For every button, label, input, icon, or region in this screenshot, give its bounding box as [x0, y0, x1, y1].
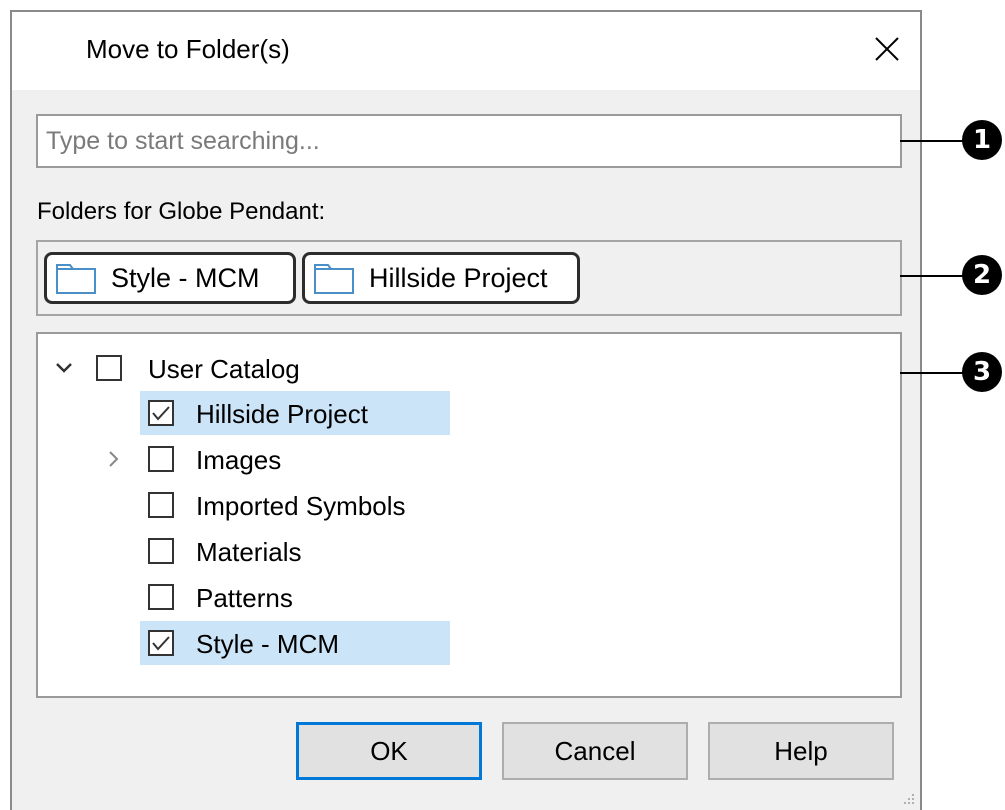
title-bar: Move to Folder(s): [12, 12, 920, 90]
help-button[interactable]: Help: [708, 722, 894, 780]
selected-folders-box: Style - MCM Hillside Project: [36, 240, 902, 316]
chip-label: Hillside Project: [369, 262, 548, 293]
chevron-right-icon: [109, 451, 119, 467]
checkmark-icon: [152, 406, 170, 421]
checkbox-patterns[interactable]: [148, 584, 174, 610]
tree-row-label: Imported Symbols: [196, 491, 406, 521]
tree-row-label: User Catalog: [148, 354, 300, 384]
cancel-button[interactable]: Cancel: [502, 722, 688, 780]
checkbox-images[interactable]: [148, 446, 174, 472]
ok-button[interactable]: OK: [296, 722, 482, 780]
callout-line-2: [900, 275, 966, 277]
tree-row-patterns[interactable]: Patterns: [38, 575, 898, 619]
expander-toggle[interactable]: [54, 358, 74, 378]
callout-marker-1: 1: [962, 120, 1002, 160]
close-icon: [875, 37, 899, 61]
tree-row-label: Style - MCM: [196, 629, 339, 659]
folder-tree: User Catalog Hillside Project Images Imp…: [36, 332, 902, 698]
checkbox-hillside-project[interactable]: [148, 400, 174, 426]
folder-chip-style-mcm[interactable]: Style - MCM: [44, 252, 296, 304]
tree-row-label: Patterns: [196, 583, 293, 613]
checkbox-materials[interactable]: [148, 538, 174, 564]
tree-row-label: Hillside Project: [196, 399, 368, 429]
expander-toggle[interactable]: [104, 449, 124, 469]
close-button[interactable]: [864, 26, 910, 72]
tree-row-imported-symbols[interactable]: Imported Symbols: [38, 483, 898, 527]
move-to-folders-dialog: Move to Folder(s) Folders for Globe Pend…: [10, 10, 922, 810]
tree-row-label: Materials: [196, 537, 302, 567]
callout-marker-2: 2: [962, 255, 1002, 295]
tree-row-user-catalog[interactable]: User Catalog: [38, 346, 898, 390]
tree-row-hillside-project[interactable]: Hillside Project: [140, 391, 450, 435]
search-input[interactable]: [36, 114, 902, 168]
checkbox-style-mcm[interactable]: [148, 630, 174, 656]
tree-row-label: Images: [196, 445, 282, 475]
chevron-down-icon: [56, 363, 72, 373]
checkbox-user-catalog[interactable]: [96, 355, 122, 381]
tree-row-images[interactable]: Images: [38, 437, 898, 481]
chip-label: Style - MCM: [111, 262, 260, 293]
folders-label: Folders for Globe Pendant:: [37, 198, 326, 225]
callout-marker-3: 3: [962, 352, 1002, 392]
callout-line-1: [900, 140, 966, 142]
folder-chip-hillside-project[interactable]: Hillside Project: [302, 252, 580, 304]
callout-line-3: [900, 372, 966, 374]
folder-icon: [314, 264, 354, 294]
tree-row-style-mcm[interactable]: Style - MCM: [140, 621, 450, 665]
folder-icon: [56, 264, 96, 294]
checkbox-imported-symbols[interactable]: [148, 492, 174, 518]
dialog-title: Move to Folder(s): [86, 34, 290, 64]
tree-row-materials[interactable]: Materials: [38, 529, 898, 573]
checkmark-icon: [152, 636, 170, 651]
